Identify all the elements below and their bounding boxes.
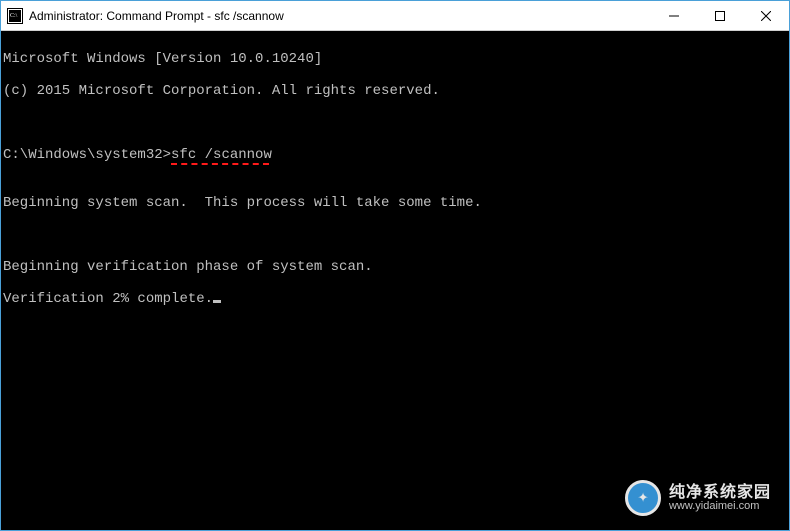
watermark-logo-icon: ✦ (625, 480, 661, 516)
minimize-button[interactable] (651, 1, 697, 31)
watermark-name: 纯净系统家园 (669, 485, 771, 501)
svg-text:C:\: C:\ (10, 13, 18, 19)
maximize-button[interactable] (697, 1, 743, 31)
watermark: ✦ 纯净系统家园 www.yidaimei.com (625, 480, 771, 516)
console-line (3, 227, 787, 243)
console-line (3, 115, 787, 131)
text-cursor (213, 300, 221, 303)
console-line: Microsoft Windows [Version 10.0.10240] (3, 51, 787, 67)
console-area[interactable]: Microsoft Windows [Version 10.0.10240] (… (1, 31, 789, 530)
window-controls (651, 1, 789, 30)
command-prompt-window: C:\ Administrator: Command Prompt - sfc … (0, 0, 790, 531)
prompt-text: C:\Windows\system32> (3, 147, 171, 163)
prompt-line: C:\Windows\system32>sfc /scannow (3, 147, 272, 163)
watermark-url: www.yidaimei.com (669, 501, 771, 512)
console-line (3, 163, 787, 179)
window-title: Administrator: Command Prompt - sfc /sca… (29, 9, 651, 23)
cmd-icon: C:\ (7, 8, 23, 24)
close-button[interactable] (743, 1, 789, 31)
verify-percent: 2% (112, 291, 129, 307)
red-underline-annotation (171, 163, 269, 165)
console-line: Beginning verification phase of system s… (3, 259, 787, 275)
console-line: (c) 2015 Microsoft Corporation. All righ… (3, 83, 787, 99)
titlebar[interactable]: C:\ Administrator: Command Prompt - sfc … (1, 1, 789, 31)
console-line: Beginning system scan. This process will… (3, 195, 787, 211)
typed-command: sfc /scannow (171, 147, 272, 163)
verification-progress-line: Verification 2% complete. (3, 291, 787, 307)
